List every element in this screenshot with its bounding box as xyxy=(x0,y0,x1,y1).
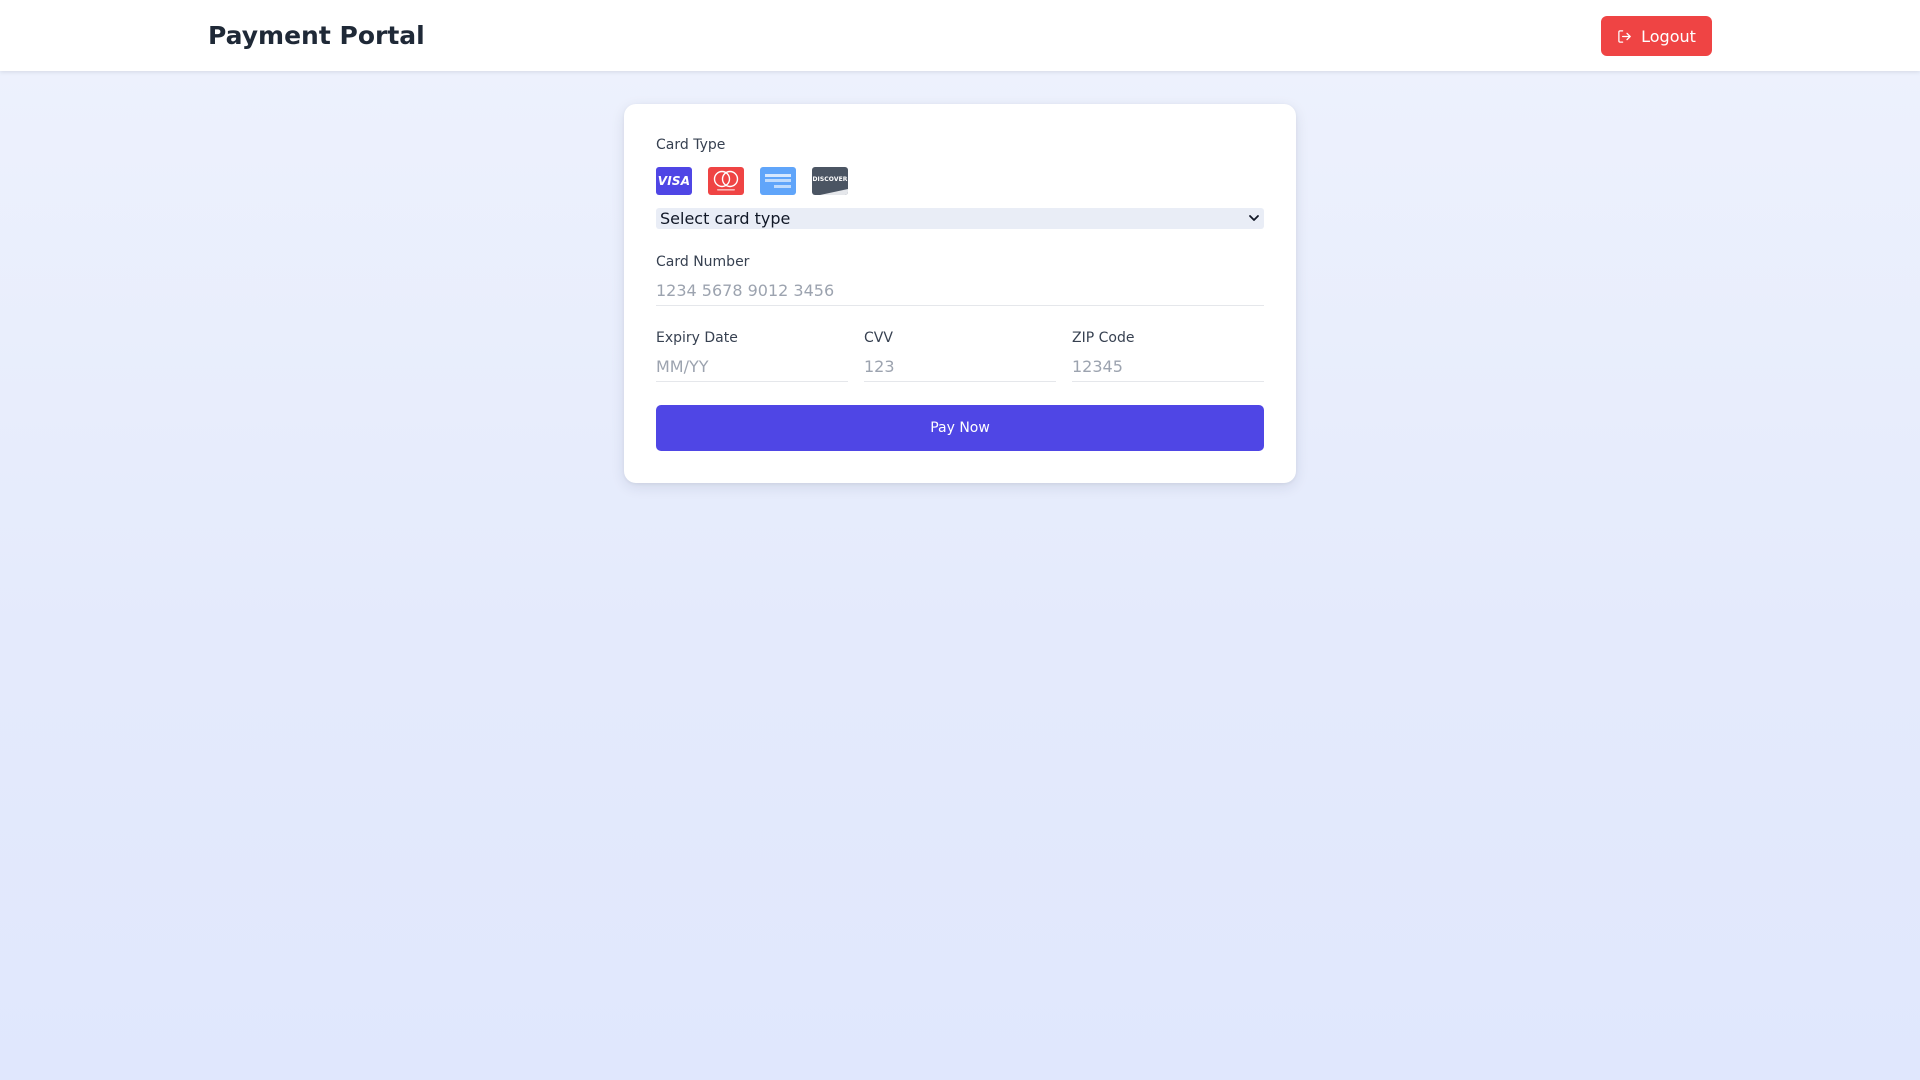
discover-logo-text: DISCOVER xyxy=(812,175,848,183)
card-type-label: Card Type xyxy=(656,137,726,153)
payment-form-card: Card Type VISA DISCOVER Select card type… xyxy=(624,104,1296,483)
card-number-label: Card Number xyxy=(656,254,750,270)
logout-button[interactable]: Logout xyxy=(1601,16,1712,56)
expiry-date-input[interactable] xyxy=(656,352,848,382)
cvv-input[interactable] xyxy=(864,352,1056,382)
chevron-down-icon xyxy=(1248,209,1260,228)
zip-code-input[interactable] xyxy=(1072,352,1264,382)
top-navbar: Payment Portal Logout xyxy=(0,0,1920,71)
card-type-select[interactable]: Select card type xyxy=(656,208,1264,229)
expiry-date-label: Expiry Date xyxy=(656,330,738,346)
mastercard-icon[interactable] xyxy=(708,167,744,195)
logout-icon xyxy=(1617,29,1632,44)
visa-icon[interactable]: VISA xyxy=(656,167,692,195)
logout-label: Logout xyxy=(1641,26,1696,46)
card-type-selected-value: Select card type xyxy=(660,209,791,228)
zip-code-label: ZIP Code xyxy=(1072,330,1135,346)
amex-icon[interactable] xyxy=(760,167,796,195)
card-number-input[interactable] xyxy=(656,276,1264,306)
app-title: Payment Portal xyxy=(208,21,425,50)
discover-icon[interactable]: DISCOVER xyxy=(812,167,848,195)
cvv-label: CVV xyxy=(864,330,893,346)
visa-logo-text: VISA xyxy=(657,174,691,188)
pay-now-button[interactable]: Pay Now xyxy=(656,405,1264,451)
